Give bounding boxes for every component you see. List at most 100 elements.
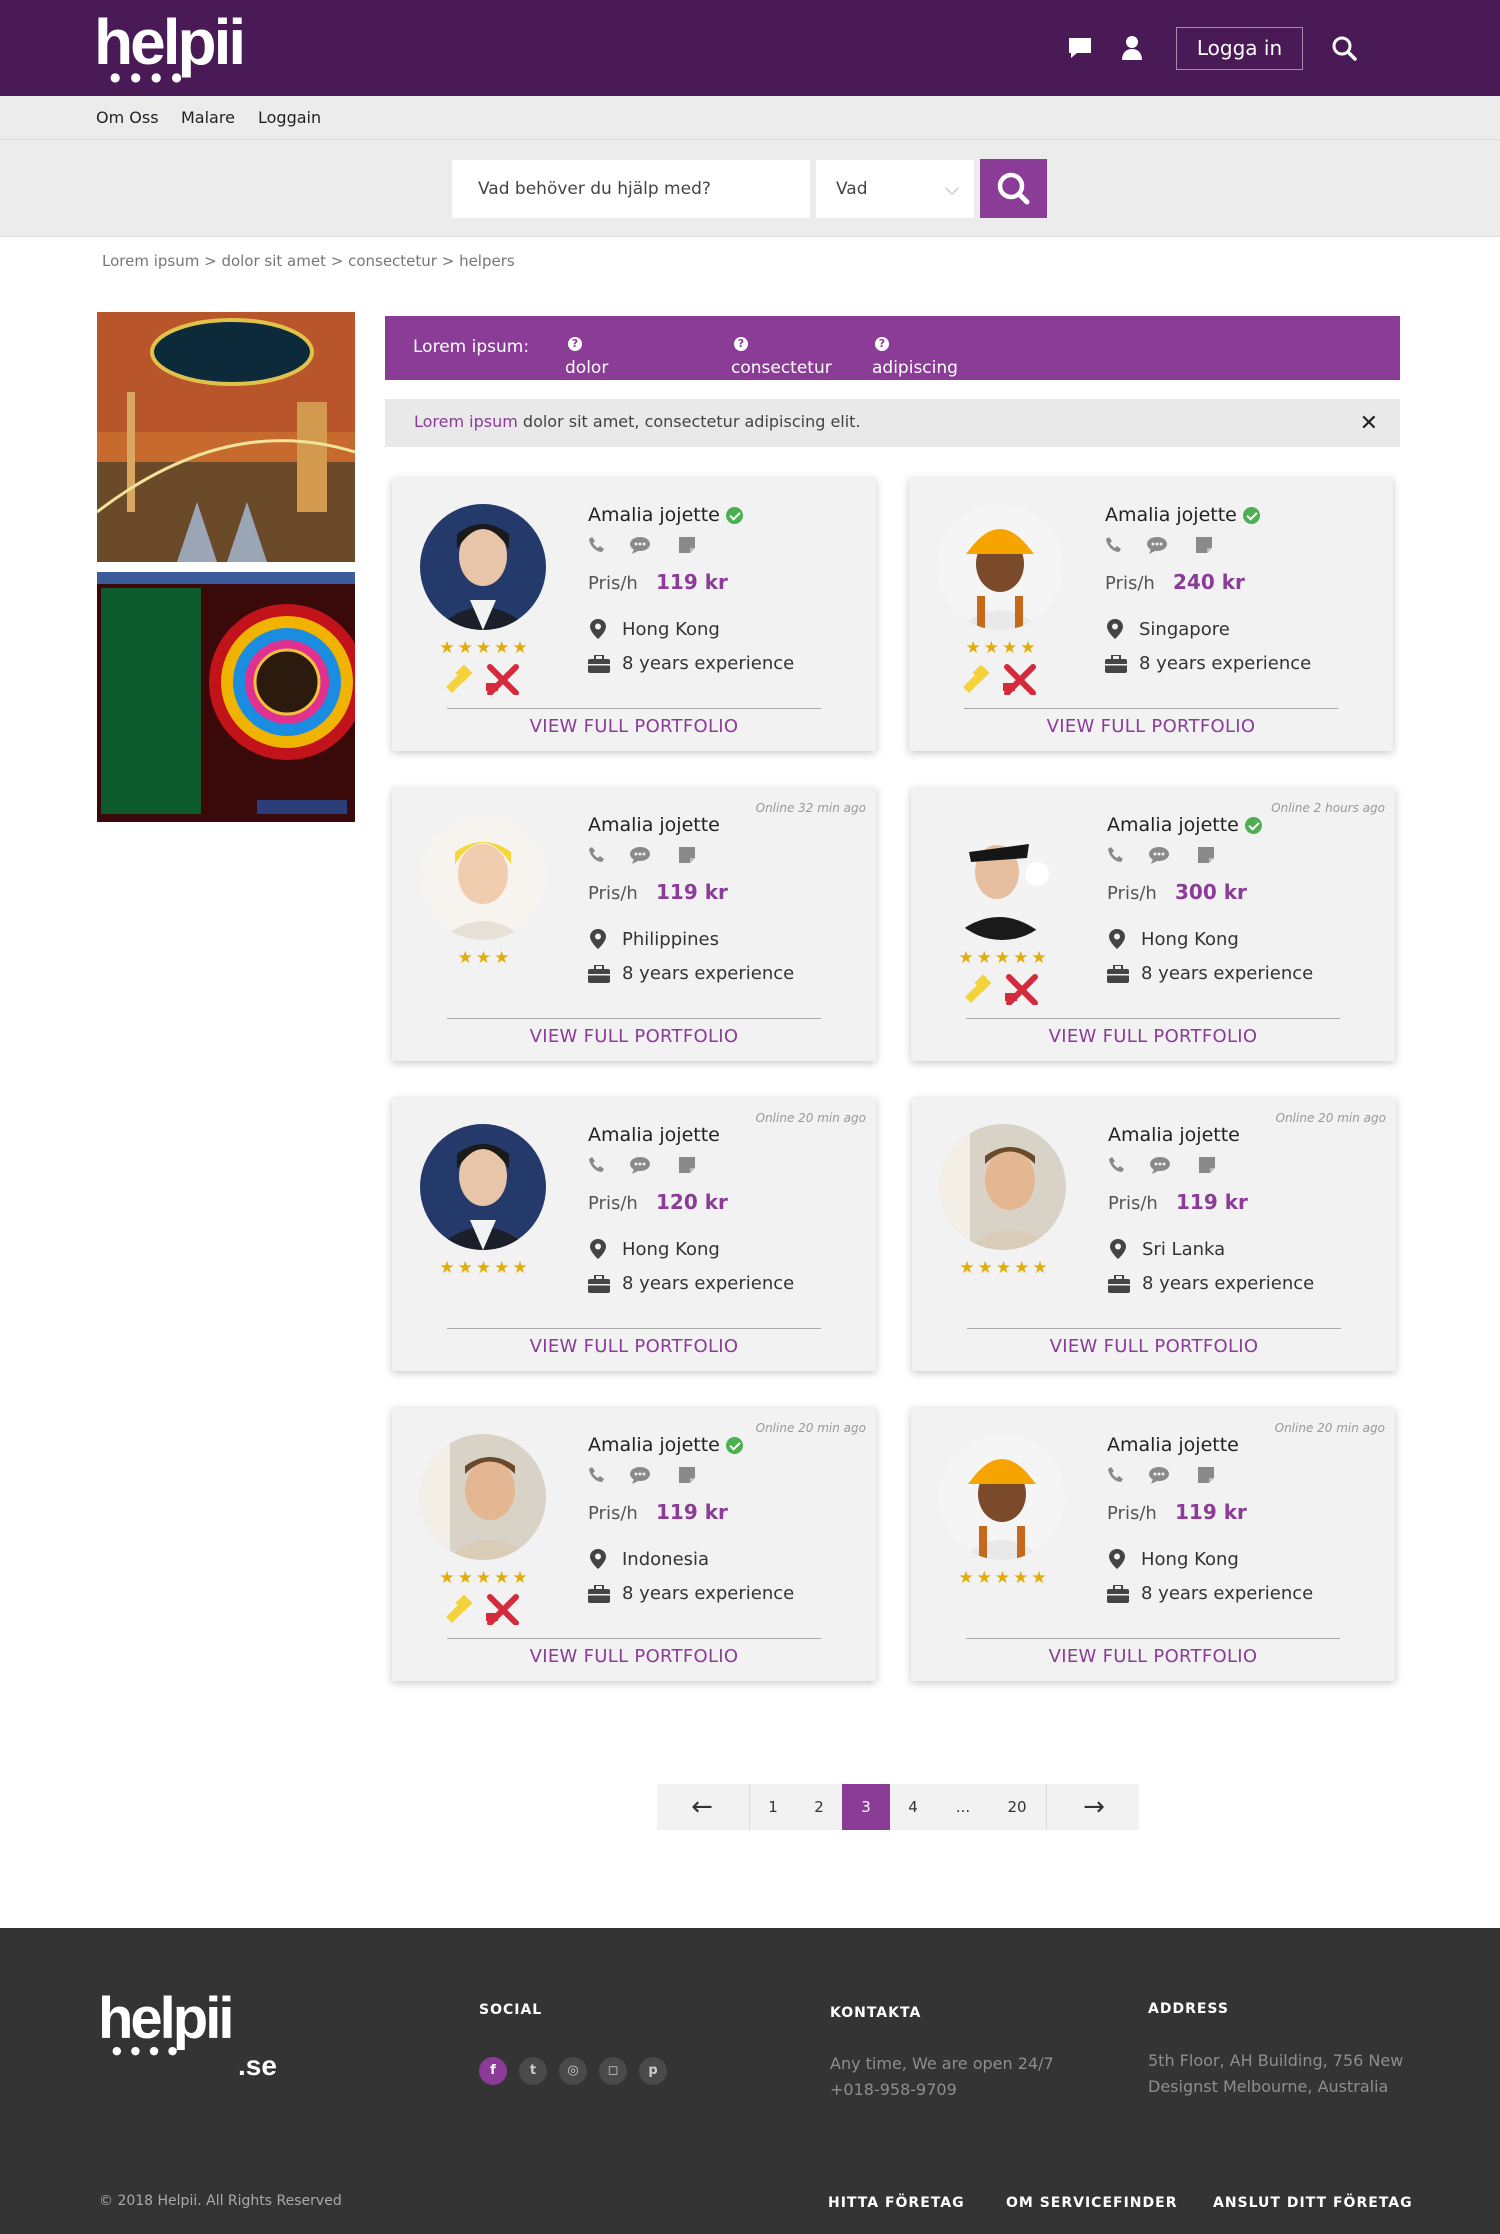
nav-item-om-oss[interactable]: Om Oss	[96, 108, 159, 127]
helper-card[interactable]: Online 20 min ago ★★★★★ Amalia jojette Pris…	[912, 1098, 1396, 1371]
note-icon[interactable]	[678, 1156, 696, 1178]
helper-card[interactable]: ★★★★ Amalia jojette Pris/h 240 kr Singapore 8…	[909, 478, 1393, 751]
helper-name[interactable]: Amalia jojette	[588, 814, 720, 836]
footer-link-anslut-ditt-foretag[interactable]: ANSLUT DITT FÖRETAG	[1213, 2195, 1413, 2211]
skill-badges-icon	[959, 663, 1049, 696]
avatar[interactable]	[937, 504, 1063, 630]
search-input[interactable]: Vad behöver du hjälp med?	[452, 160, 810, 218]
avatar[interactable]	[420, 814, 546, 940]
message-icon[interactable]	[1148, 846, 1170, 868]
filter-consectetur[interactable]: consectetur?	[731, 337, 832, 382]
view-portfolio-link[interactable]: VIEW FULL PORTFOLIO	[392, 1026, 876, 1047]
message-icon[interactable]	[629, 846, 651, 868]
page-1[interactable]: 1	[753, 1784, 793, 1830]
helper-name[interactable]: Amalia jojette	[1108, 1124, 1240, 1146]
contact-phone[interactable]: +018-958-9709	[830, 2077, 1054, 2103]
login-button[interactable]: Logga in	[1176, 27, 1303, 70]
note-icon[interactable]	[1195, 536, 1213, 558]
phone-icon[interactable]	[1105, 536, 1123, 558]
message-icon[interactable]	[1146, 536, 1168, 558]
view-portfolio-link[interactable]: VIEW FULL PORTFOLIO	[912, 1336, 1396, 1357]
breadcrumb[interactable]: Lorem ipsum > dolor sit amet > consectet…	[102, 252, 515, 270]
ad-banner-wheel-of-riches[interactable]	[97, 572, 355, 822]
page-20[interactable]: 20	[987, 1784, 1047, 1830]
pinterest-icon[interactable]: p	[639, 2057, 667, 2085]
view-portfolio-link[interactable]: VIEW FULL PORTFOLIO	[392, 1336, 876, 1357]
instagram-icon[interactable]: ◻	[599, 2057, 627, 2085]
phone-icon[interactable]	[588, 1156, 606, 1178]
help-icon[interactable]: ?	[734, 337, 748, 351]
page-4[interactable]: 4	[893, 1784, 933, 1830]
ad-banner-camel-casino[interactable]	[97, 312, 355, 562]
filter-adipiscing-elit[interactable]: adipiscing elit.?	[872, 337, 958, 398]
nav-item-malare[interactable]: Malare	[181, 108, 235, 127]
phone-icon[interactable]	[1107, 846, 1125, 868]
dribbble-icon[interactable]: ◎	[559, 2057, 587, 2085]
nav-item-loggain[interactable]: Loggain	[258, 108, 321, 127]
helpii-logo[interactable]: helpii ●●●●	[94, 10, 264, 84]
note-icon[interactable]	[678, 536, 696, 558]
message-icon[interactable]	[1149, 1156, 1171, 1178]
divider	[964, 708, 1338, 709]
avatar[interactable]	[420, 1124, 546, 1250]
help-icon[interactable]: ?	[568, 337, 582, 351]
helper-name[interactable]: Amalia jojette	[588, 504, 743, 526]
phone-icon[interactable]	[1108, 1156, 1126, 1178]
footer-link-hitta-foretag[interactable]: HITTA FÖRETAG	[828, 2195, 965, 2211]
chat-icon[interactable]	[1066, 34, 1094, 62]
help-icon[interactable]: ?	[875, 337, 889, 351]
helper-card[interactable]: Online 20 min ago ★★★★★ Amalia jojette Pris…	[911, 1408, 1395, 1681]
note-icon[interactable]	[1197, 1466, 1215, 1488]
view-portfolio-link[interactable]: VIEW FULL PORTFOLIO	[911, 1646, 1395, 1667]
helper-name[interactable]: Amalia jojette	[588, 1124, 720, 1146]
facebook-icon[interactable]: f	[479, 2057, 507, 2085]
helper-card[interactable]: Online 32 min ago ★★★ Amalia jojette Pris/h…	[392, 788, 876, 1061]
filter-dolor-sit-amet[interactable]: dolor sit amet?	[565, 337, 609, 418]
view-portfolio-link[interactable]: VIEW FULL PORTFOLIO	[909, 716, 1393, 737]
message-icon[interactable]	[629, 536, 651, 558]
footer-link-om-servicefinder[interactable]: OM SERVICEFINDER	[1006, 2195, 1177, 2211]
note-icon[interactable]	[678, 846, 696, 868]
contact-icons	[588, 536, 708, 558]
message-icon[interactable]	[1148, 1466, 1170, 1488]
avatar[interactable]	[420, 504, 546, 630]
view-portfolio-link[interactable]: VIEW FULL PORTFOLIO	[392, 716, 876, 737]
message-icon[interactable]	[629, 1466, 651, 1488]
view-portfolio-link[interactable]: VIEW FULL PORTFOLIO	[392, 1646, 876, 1667]
location-pin-icon	[1109, 1549, 1125, 1573]
helper-card[interactable]: Online 20 min ago ★★★★★ Amalia jojette Pris…	[392, 1098, 876, 1371]
avatar[interactable]	[940, 1124, 1066, 1250]
search-button[interactable]	[980, 159, 1047, 218]
avatar[interactable]	[939, 814, 1065, 940]
next-page-arrow-icon[interactable]: →	[1049, 1784, 1139, 1830]
avatar[interactable]	[939, 1434, 1065, 1560]
user-icon[interactable]	[1118, 34, 1146, 62]
close-icon[interactable]: ✕	[1360, 411, 1378, 436]
view-portfolio-link[interactable]: VIEW FULL PORTFOLIO	[911, 1026, 1395, 1047]
phone-icon[interactable]	[1107, 1466, 1125, 1488]
online-status: Online 2 hours ago	[1271, 801, 1385, 815]
footer-logo[interactable]: helpii ●●●● .se	[98, 1990, 277, 2082]
helper-name[interactable]: Amalia jojette	[1105, 504, 1260, 526]
helper-card[interactable]: Online 20 min ago ★★★★★ Amalia jojette Pris…	[392, 1408, 876, 1681]
twitter-icon[interactable]: t	[519, 2057, 547, 2085]
phone-icon[interactable]	[588, 536, 606, 558]
page-2[interactable]: 2	[799, 1784, 839, 1830]
note-icon[interactable]	[1197, 846, 1215, 868]
avatar[interactable]	[420, 1434, 546, 1560]
note-icon[interactable]	[678, 1466, 696, 1488]
category-select[interactable]: Vad	[816, 160, 974, 218]
phone-icon[interactable]	[588, 1466, 606, 1488]
prev-page-arrow-icon[interactable]: ←	[657, 1784, 747, 1830]
helper-name[interactable]: Amalia jojette	[1107, 1434, 1239, 1456]
helper-card[interactable]: ★★★★★ Amalia jojette Pris/h 119 kr Hong Kong…	[392, 478, 876, 751]
helper-name[interactable]: Amalia jojette	[1107, 814, 1262, 836]
page-3-current[interactable]: 3	[842, 1784, 890, 1830]
message-icon[interactable]	[629, 1156, 651, 1178]
note-icon[interactable]	[1198, 1156, 1216, 1178]
helper-card[interactable]: Online 2 hours ago ★★★★★ Amalia jojette Pri…	[911, 788, 1395, 1061]
helper-name[interactable]: Amalia jojette	[588, 1434, 743, 1456]
notice-highlight[interactable]: Lorem ipsum	[414, 412, 518, 431]
phone-icon[interactable]	[588, 846, 606, 868]
search-icon[interactable]	[1330, 34, 1358, 62]
